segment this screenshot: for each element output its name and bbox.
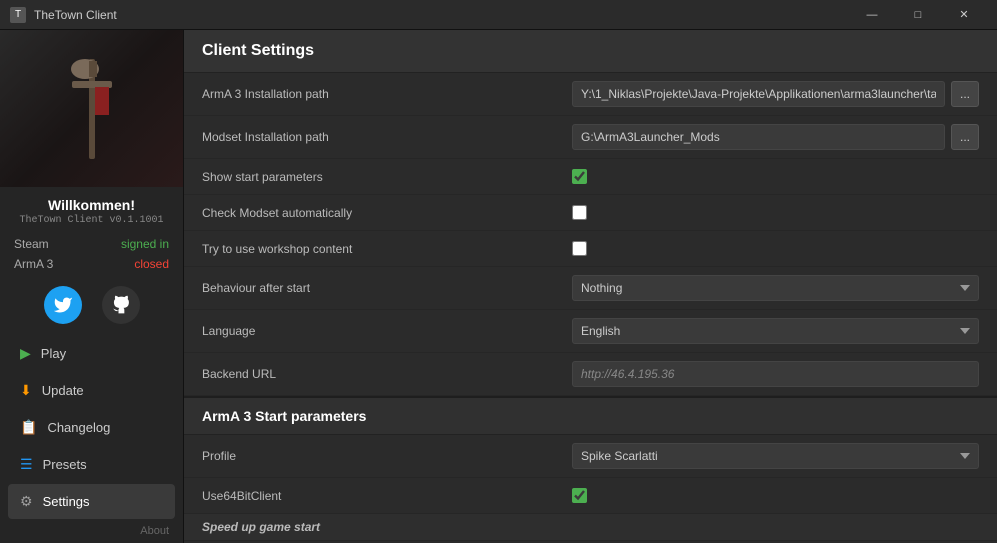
steam-label: Steam	[14, 237, 49, 251]
use64bit-checkbox[interactable]	[572, 488, 587, 503]
play-icon: ▶	[20, 345, 31, 362]
sidebar-version: TheTown Client v0.1.1001	[0, 215, 183, 234]
sidebar-nav: ▶ Play ⬇ Update 📋 Changelog ☰ Presets ⚙ …	[0, 336, 183, 519]
hero-image	[0, 30, 183, 187]
show-start-params-value	[572, 169, 979, 184]
arma3-path-browse[interactable]: ...	[951, 81, 979, 107]
nav-settings-label: Settings	[43, 494, 90, 509]
main-layout: Willkommen! TheTown Client v0.1.1001 Ste…	[0, 30, 997, 543]
nav-presets-label: Presets	[43, 457, 87, 472]
app-icon: T	[10, 7, 26, 23]
behaviour-row: Behaviour after start Nothing Minimize C…	[184, 267, 997, 310]
twitter-button[interactable]	[44, 286, 82, 324]
arma-status: closed	[134, 257, 169, 271]
profile-row: Profile Spike Scarlatti	[184, 435, 997, 478]
sidebar-username: Willkommen!	[0, 187, 183, 215]
modset-path-label: Modset Installation path	[202, 130, 572, 144]
sidebar: Willkommen! TheTown Client v0.1.1001 Ste…	[0, 30, 184, 543]
profile-dropdown[interactable]: Spike Scarlatti	[572, 443, 979, 469]
show-start-params-label: Show start parameters	[202, 170, 572, 184]
titlebar-buttons: — □ ✕	[849, 0, 987, 30]
backend-url-row: Backend URL	[184, 353, 997, 396]
profile-label: Profile	[202, 449, 572, 463]
close-button[interactable]: ✕	[941, 0, 987, 30]
client-settings-header: Client Settings	[184, 30, 997, 73]
behaviour-label: Behaviour after start	[202, 281, 572, 295]
language-label: Language	[202, 324, 572, 338]
speed-subheader: Speed up game start	[184, 514, 997, 541]
main-content: Client Settings ArmA 3 Installation path…	[184, 30, 997, 543]
github-icon	[111, 295, 131, 315]
workshop-checkbox[interactable]	[572, 241, 587, 256]
sidebar-item-changelog[interactable]: 📋 Changelog	[8, 410, 175, 445]
nav-update-label: Update	[42, 383, 84, 398]
backend-url-value	[572, 361, 979, 387]
sidebar-item-settings[interactable]: ⚙ Settings	[8, 484, 175, 519]
sidebar-item-play[interactable]: ▶ Play	[8, 336, 175, 371]
use64bit-value	[572, 488, 979, 503]
language-dropdown[interactable]: English German French	[572, 318, 979, 344]
titlebar-title: TheTown Client	[34, 8, 849, 22]
github-button[interactable]	[102, 286, 140, 324]
workshop-label: Try to use workshop content	[202, 242, 572, 256]
minimize-button[interactable]: —	[849, 0, 895, 30]
sidebar-social	[0, 274, 183, 336]
maximize-button[interactable]: □	[895, 0, 941, 30]
use64bit-row: Use64BitClient	[184, 478, 997, 514]
behaviour-dropdown[interactable]: Nothing Minimize Close	[572, 275, 979, 301]
presets-icon: ☰	[20, 456, 33, 473]
profile-value: Spike Scarlatti	[572, 443, 979, 469]
settings-icon: ⚙	[20, 493, 33, 510]
sidebar-hero	[0, 30, 183, 187]
show-start-params-checkbox[interactable]	[572, 169, 587, 184]
check-modset-label: Check Modset automatically	[202, 206, 572, 220]
sidebar-steam-status: Steam signed in	[0, 234, 183, 254]
steam-status: signed in	[121, 237, 169, 251]
changelog-icon: 📋	[20, 419, 37, 436]
backend-url-input[interactable]	[572, 361, 979, 387]
arma-start-params-header: ArmA 3 Start parameters	[184, 396, 997, 435]
language-row: Language English German French	[184, 310, 997, 353]
arma3-path-label: ArmA 3 Installation path	[202, 87, 572, 101]
sidebar-arma-status: ArmA 3 closed	[0, 254, 183, 274]
sidebar-item-presets[interactable]: ☰ Presets	[8, 447, 175, 482]
modset-path-browse[interactable]: ...	[951, 124, 979, 150]
workshop-row: Try to use workshop content	[184, 231, 997, 267]
check-modset-row: Check Modset automatically	[184, 195, 997, 231]
language-value: English German French	[572, 318, 979, 344]
behaviour-value: Nothing Minimize Close	[572, 275, 979, 301]
titlebar: T TheTown Client — □ ✕	[0, 0, 997, 30]
hero-graphic	[62, 49, 122, 169]
workshop-value	[572, 241, 979, 256]
arma3-path-value: ...	[572, 81, 979, 107]
modset-path-input[interactable]	[572, 124, 945, 150]
modset-path-value: ...	[572, 124, 979, 150]
check-modset-value	[572, 205, 979, 220]
arma3-path-input[interactable]	[572, 81, 945, 107]
check-modset-checkbox[interactable]	[572, 205, 587, 220]
update-icon: ⬇	[20, 382, 32, 399]
nav-play-label: Play	[41, 346, 66, 361]
use64bit-label: Use64BitClient	[202, 489, 572, 503]
arma-label: ArmA 3	[14, 257, 53, 271]
arma3-path-row: ArmA 3 Installation path ...	[184, 73, 997, 116]
backend-url-label: Backend URL	[202, 367, 572, 381]
twitter-icon	[53, 295, 73, 315]
nav-changelog-label: Changelog	[47, 420, 110, 435]
modset-path-row: Modset Installation path ...	[184, 116, 997, 159]
sidebar-item-update[interactable]: ⬇ Update	[8, 373, 175, 408]
about-link[interactable]: About	[0, 519, 183, 543]
show-start-params-row: Show start parameters	[184, 159, 997, 195]
